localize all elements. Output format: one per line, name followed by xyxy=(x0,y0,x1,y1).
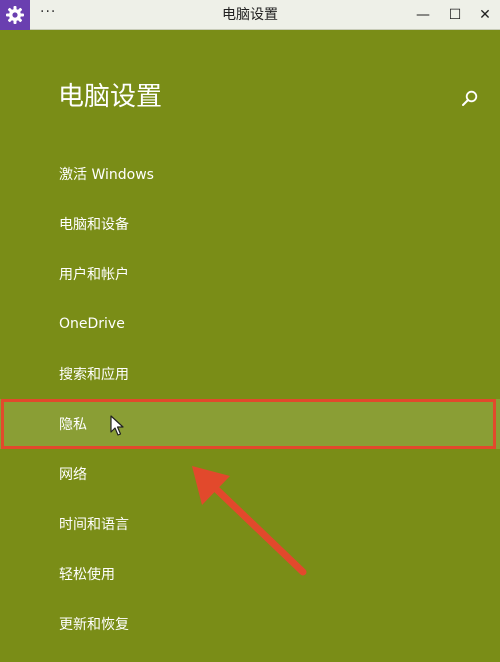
menu-item-label: OneDrive xyxy=(59,316,125,332)
menu-item-label: 隐私 xyxy=(59,417,87,433)
minimize-button[interactable]: — xyxy=(406,0,440,30)
menu-item-search-and-apps[interactable]: 搜索和应用 xyxy=(0,349,500,399)
menu-item-accounts[interactable]: 用户和帐户 xyxy=(0,249,500,299)
menu-item-ease-of-access[interactable]: 轻松使用 xyxy=(0,549,500,599)
page-title: 电脑设置 xyxy=(58,82,163,112)
menu-item-update-and-recovery[interactable]: 更新和恢复 xyxy=(0,599,500,649)
window-titlebar: ··· 电脑设置 — ☐ ✕ xyxy=(0,0,500,30)
mouse-pointer-icon xyxy=(110,415,124,436)
maximize-button[interactable]: ☐ xyxy=(438,0,472,30)
menu-item-privacy[interactable]: 隐私 xyxy=(0,399,500,449)
menu-item-time-and-language[interactable]: 时间和语言 xyxy=(0,499,500,549)
menu-item-pc-and-devices[interactable]: 电脑和设备 xyxy=(0,199,500,249)
menu-item-label: 用户和帐户 xyxy=(59,267,129,283)
menu-item-onedrive[interactable]: OneDrive xyxy=(0,299,500,349)
menu-item-label: 电脑和设备 xyxy=(59,217,129,233)
menu-item-label: 激活 Windows xyxy=(59,167,154,183)
menu-item-label: 更新和恢复 xyxy=(59,617,129,633)
menu-item-label: 轻松使用 xyxy=(59,567,115,583)
menu-item-label: 搜索和应用 xyxy=(59,367,129,383)
menu-item-activate-windows[interactable]: 激活 Windows xyxy=(0,149,500,199)
close-button[interactable]: ✕ xyxy=(468,0,500,30)
search-icon[interactable] xyxy=(461,90,479,108)
menu-item-network[interactable]: 网络 xyxy=(0,449,500,499)
menu-item-label: 时间和语言 xyxy=(59,517,129,533)
settings-menu: 激活 Windows 电脑和设备 用户和帐户 OneDrive 搜索和应用 隐私… xyxy=(0,149,500,649)
menu-item-label: 网络 xyxy=(59,467,87,483)
